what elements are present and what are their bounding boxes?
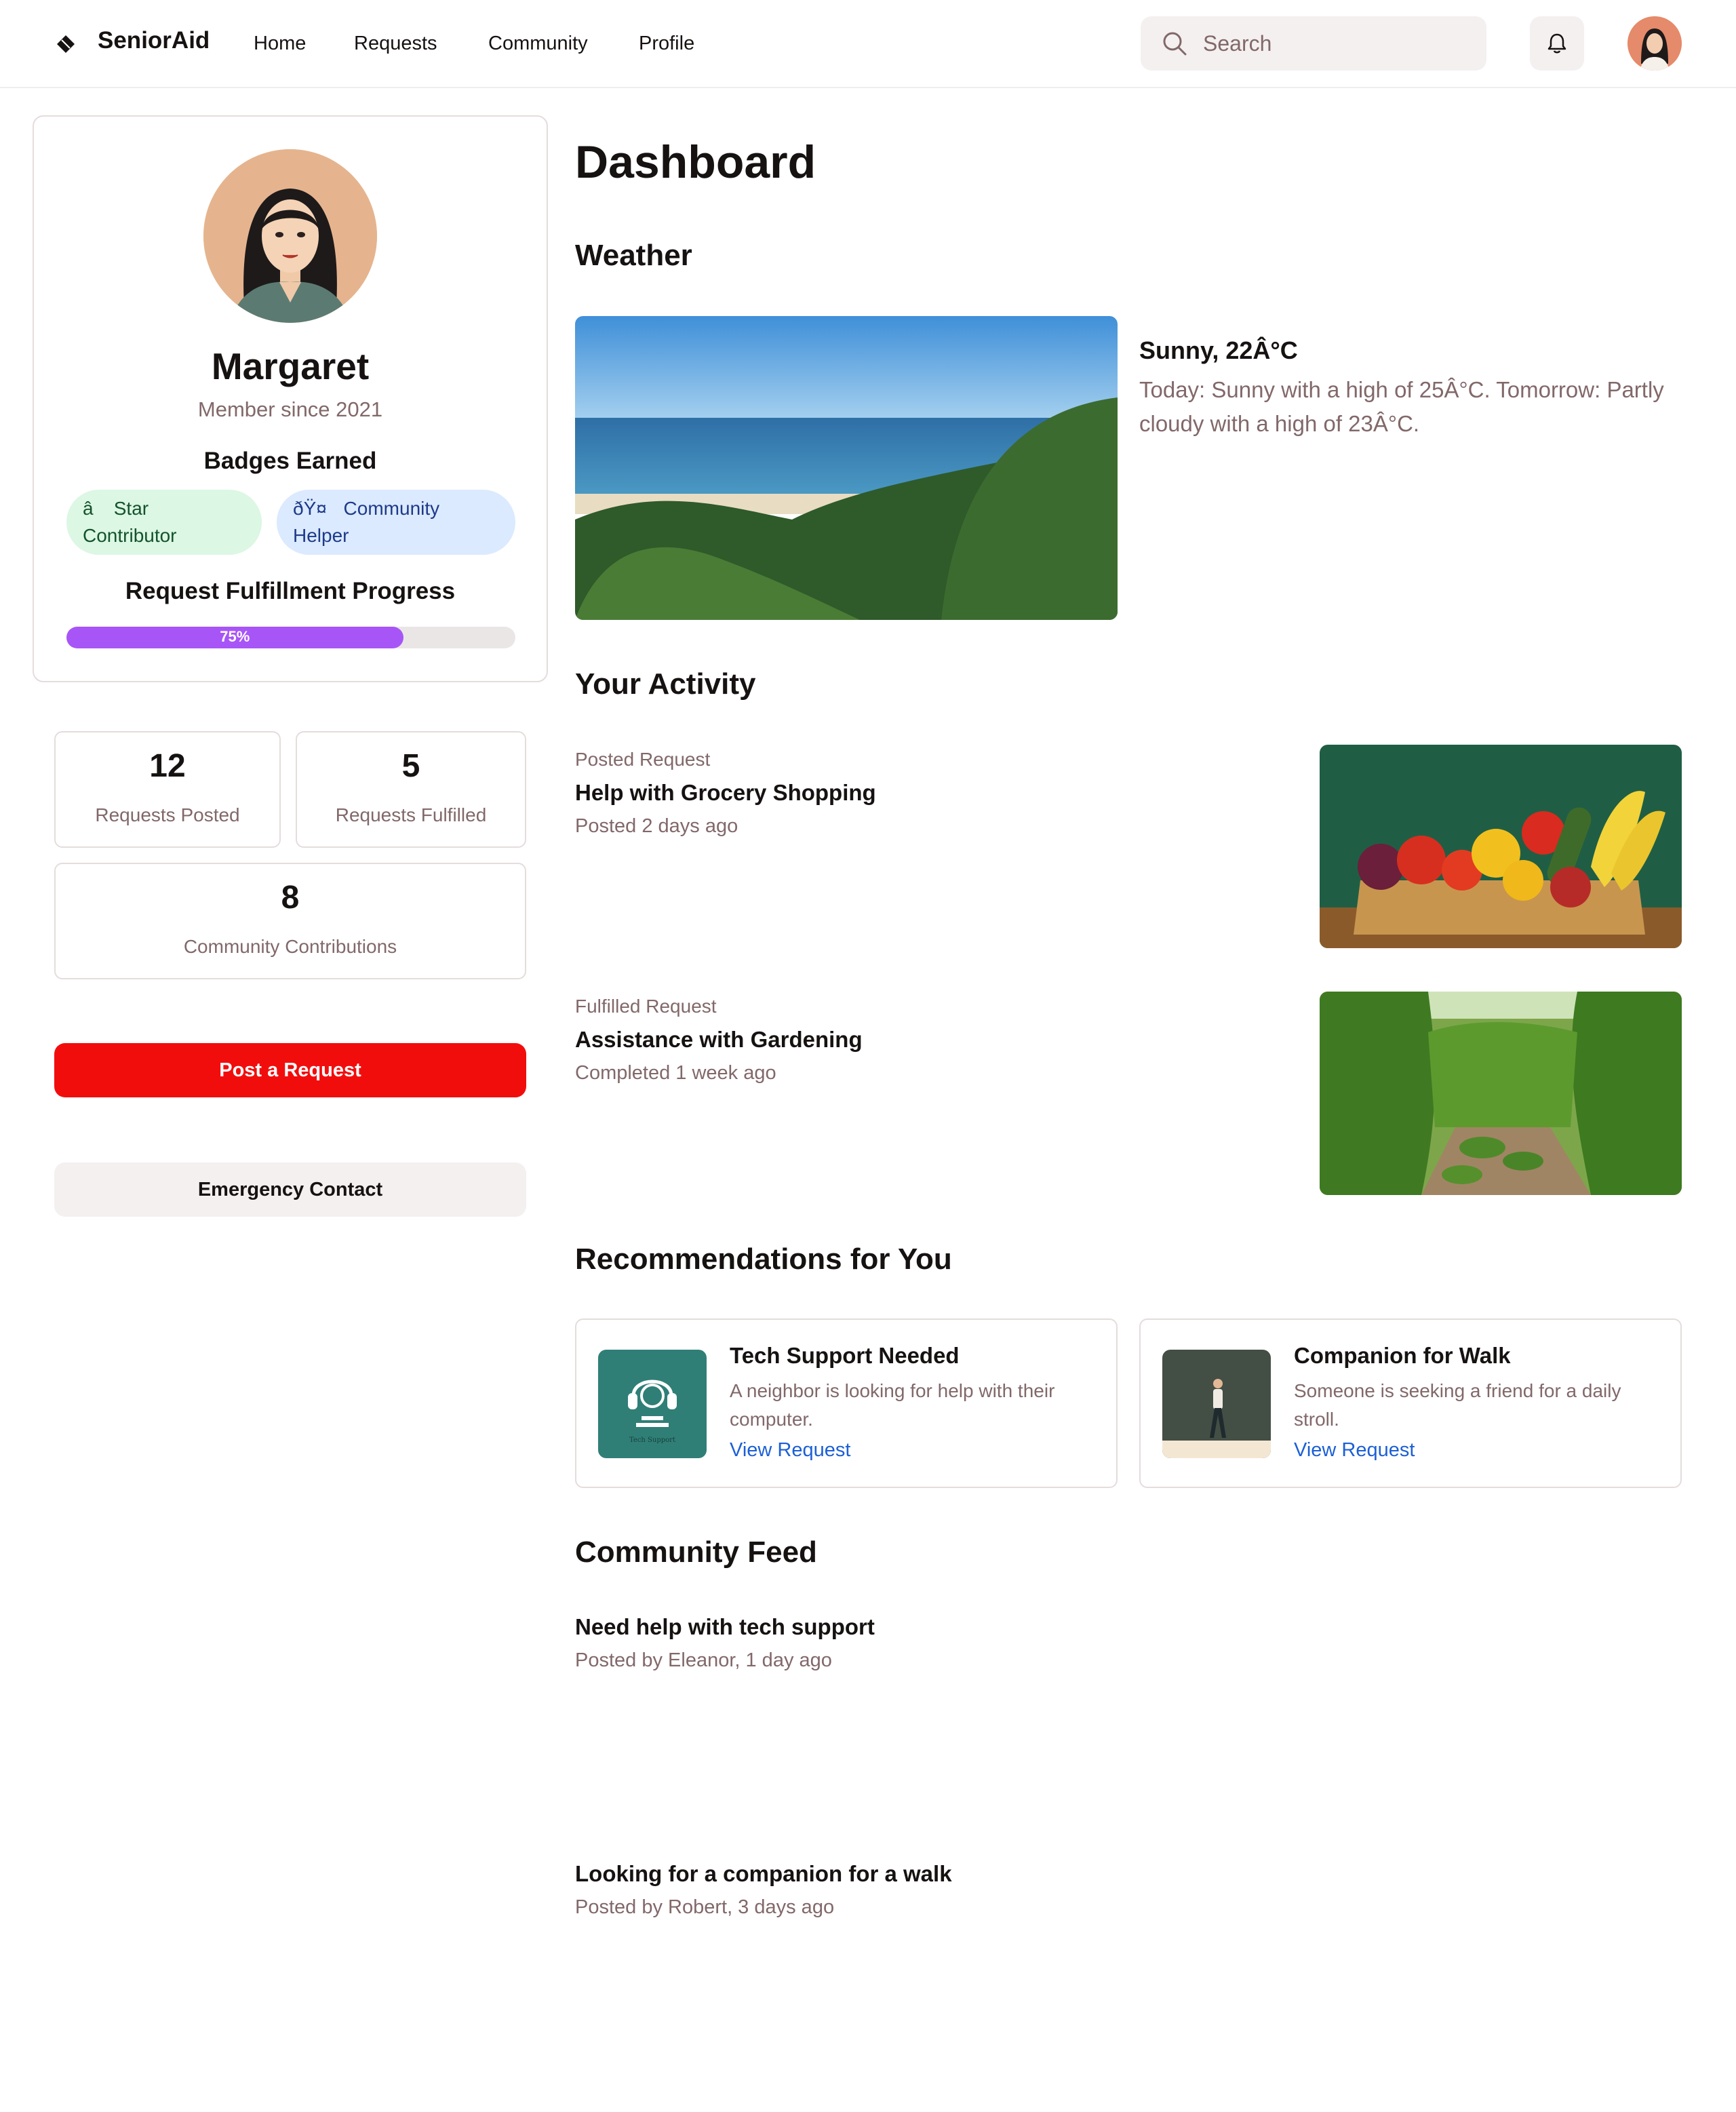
profile-name: Margaret [211, 345, 370, 387]
progress-bar: 75% [66, 627, 515, 648]
view-request-link[interactable]: View Request [1294, 1439, 1415, 1462]
activity-type: Fulfilled Request [575, 996, 717, 1017]
recommendation-description: Someone is seeking a friend for a daily … [1294, 1380, 1621, 1430]
post-request-button[interactable]: Post a Request [54, 1043, 526, 1097]
feed-post-meta: Posted by Eleanor, 1 day ago [575, 1649, 832, 1671]
progress-label: 75% [220, 628, 250, 645]
search-icon [1163, 32, 1187, 56]
activity-time: Completed 1 week ago [575, 1062, 776, 1084]
activity-title[interactable]: Assistance with Gardening [575, 1027, 863, 1053]
member-since: Member since 2021 [197, 397, 383, 421]
page-title: Dashboard [575, 136, 816, 188]
badge-star-contributor: â­ Star Contributor [66, 490, 262, 555]
activity-time: Posted 2 days ago [575, 815, 738, 837]
recommendations-heading: Recommendations for You [575, 1243, 952, 1276]
brand-name[interactable]: SeniorAid [98, 27, 210, 54]
stat-label: Community Contributions [183, 936, 397, 957]
badges-title: Badges Earned [203, 448, 377, 474]
notifications-button[interactable] [1530, 16, 1584, 71]
weather-description: Today: Sunny with a high of 25Â°C. Tomor… [1139, 377, 1664, 436]
grocery-image [1320, 745, 1682, 948]
logo-icon [57, 35, 75, 53]
stat-value: 12 [149, 748, 186, 784]
top-header: SeniorAid Home Requests Community Profil… [0, 0, 1736, 88]
recommendation-title: Companion for Walk [1294, 1343, 1511, 1368]
recommendation-title: Tech Support Needed [730, 1343, 960, 1368]
walk-companion-thumbnail [1162, 1350, 1271, 1458]
profile-card: Margaret Member since 2021 Badges Earned… [33, 115, 548, 682]
community-feed-heading: Community Feed [575, 1536, 817, 1569]
feed-post-meta: Posted by Robert, 3 days ago [575, 1896, 835, 1918]
thumb-caption: Tech Support [629, 1436, 675, 1444]
nav-community[interactable]: Community [488, 33, 588, 55]
nav-home[interactable]: Home [254, 33, 306, 55]
feed-post-title[interactable]: Need help with tech support [575, 1614, 875, 1640]
stat-value: 8 [281, 880, 300, 916]
view-request-link[interactable]: View Request [730, 1439, 850, 1462]
stat-label: Requests Fulfilled [335, 804, 487, 825]
stat-requests-posted: 12 Requests Posted [54, 731, 281, 848]
emergency-contact-button[interactable]: Emergency Contact [54, 1162, 526, 1217]
activity-title[interactable]: Help with Grocery Shopping [575, 780, 876, 806]
garden-image [1320, 992, 1682, 1195]
search-box[interactable] [1141, 16, 1486, 71]
nav-requests[interactable]: Requests [354, 33, 437, 55]
stat-community-contributions: 8 Community Contributions [54, 863, 526, 979]
bell-icon [1547, 33, 1566, 54]
activity-type: Posted Request [575, 749, 711, 770]
weather-summary: Sunny, 22Â°C [1139, 336, 1298, 364]
progress-fill: 75% [66, 627, 403, 648]
user-avatar[interactable] [1628, 16, 1682, 71]
nav-profile[interactable]: Profile [639, 33, 694, 55]
search-input[interactable] [1203, 16, 1474, 71]
feed-post-title[interactable]: Looking for a companion for a walk [575, 1861, 952, 1887]
weather-image [575, 316, 1118, 620]
activity-heading: Your Activity [575, 667, 756, 701]
stat-requests-fulfilled: 5 Requests Fulfilled [296, 731, 526, 848]
stat-label: Requests Posted [95, 804, 240, 825]
badge-community-helper: ðŸ¤ Community Helper [277, 490, 515, 555]
progress-title: Request Fulfillment Progress [125, 578, 456, 604]
recommendation-description: A neighbor is looking for help with thei… [730, 1380, 1055, 1430]
stat-value: 5 [401, 748, 420, 784]
profile-avatar [203, 149, 377, 323]
recommendation-card[interactable]: Tech Support Tech Support Needed A neigh… [575, 1318, 1118, 1488]
tech-support-thumbnail: Tech Support [598, 1350, 707, 1458]
weather-heading: Weather [575, 239, 692, 272]
recommendation-card[interactable]: Companion for Walk Someone is seeking a … [1139, 1318, 1682, 1488]
